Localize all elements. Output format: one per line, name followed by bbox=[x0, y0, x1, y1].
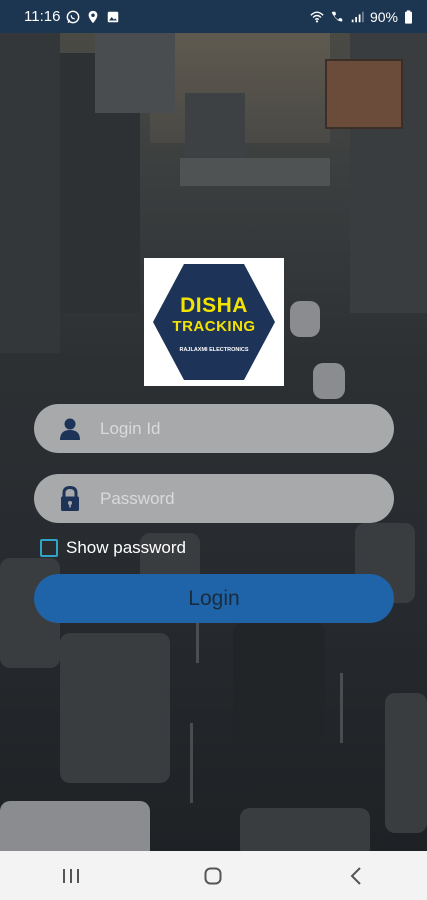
back-button[interactable] bbox=[326, 856, 386, 896]
home-icon bbox=[204, 867, 222, 884]
user-icon bbox=[58, 416, 82, 442]
back-icon bbox=[350, 866, 361, 885]
road-line bbox=[190, 723, 193, 803]
show-password-checkbox[interactable] bbox=[40, 539, 58, 557]
call-icon bbox=[331, 11, 343, 21]
background-car bbox=[313, 363, 345, 399]
background-building bbox=[0, 33, 60, 353]
login-id-input[interactable] bbox=[100, 418, 370, 439]
logo-subtitle: RAJLAXMI ELECTRONICS bbox=[179, 347, 249, 353]
password-field[interactable] bbox=[34, 474, 394, 523]
status-left: 11:16 bbox=[24, 8, 120, 25]
status-time: 11:16 bbox=[24, 8, 61, 25]
app-logo: DISHA TRACKING RAJLAXMI ELECTRONICS bbox=[144, 258, 284, 386]
show-password-label: Show password bbox=[66, 538, 187, 557]
status-right: 90% bbox=[310, 9, 413, 25]
recents-button[interactable] bbox=[41, 856, 101, 896]
navigation-bar bbox=[0, 851, 427, 900]
background-building bbox=[95, 33, 175, 113]
background-bridge bbox=[180, 158, 330, 186]
recents-icon bbox=[63, 868, 80, 883]
login-button-label: Login bbox=[188, 586, 240, 610]
logo-title-line2: TRACKING bbox=[172, 318, 256, 335]
login-button[interactable]: Login bbox=[34, 574, 394, 623]
background-billboard bbox=[325, 59, 403, 129]
background-car bbox=[233, 623, 325, 743]
status-bar: 11:16 90% bbox=[0, 0, 427, 33]
lock-icon bbox=[58, 485, 82, 512]
show-password-row[interactable]: Show password bbox=[40, 538, 186, 558]
battery-level: 90% bbox=[369, 8, 398, 25]
background-car bbox=[0, 801, 150, 851]
location-icon bbox=[89, 10, 98, 23]
battery-icon bbox=[405, 9, 412, 24]
login-id-field[interactable] bbox=[34, 404, 394, 453]
gallery-icon bbox=[108, 11, 119, 22]
whatsapp-icon bbox=[67, 10, 80, 23]
background-car bbox=[385, 693, 427, 833]
road-line bbox=[340, 673, 343, 743]
background-building bbox=[185, 93, 245, 163]
password-input[interactable] bbox=[100, 488, 370, 509]
wifi-icon bbox=[310, 10, 324, 23]
background-car bbox=[290, 301, 320, 337]
background-car bbox=[60, 633, 170, 783]
background-car bbox=[240, 808, 370, 851]
signal-icon bbox=[351, 11, 364, 22]
logo-title-line1: DISHA bbox=[180, 294, 248, 317]
home-button[interactable] bbox=[183, 856, 243, 896]
